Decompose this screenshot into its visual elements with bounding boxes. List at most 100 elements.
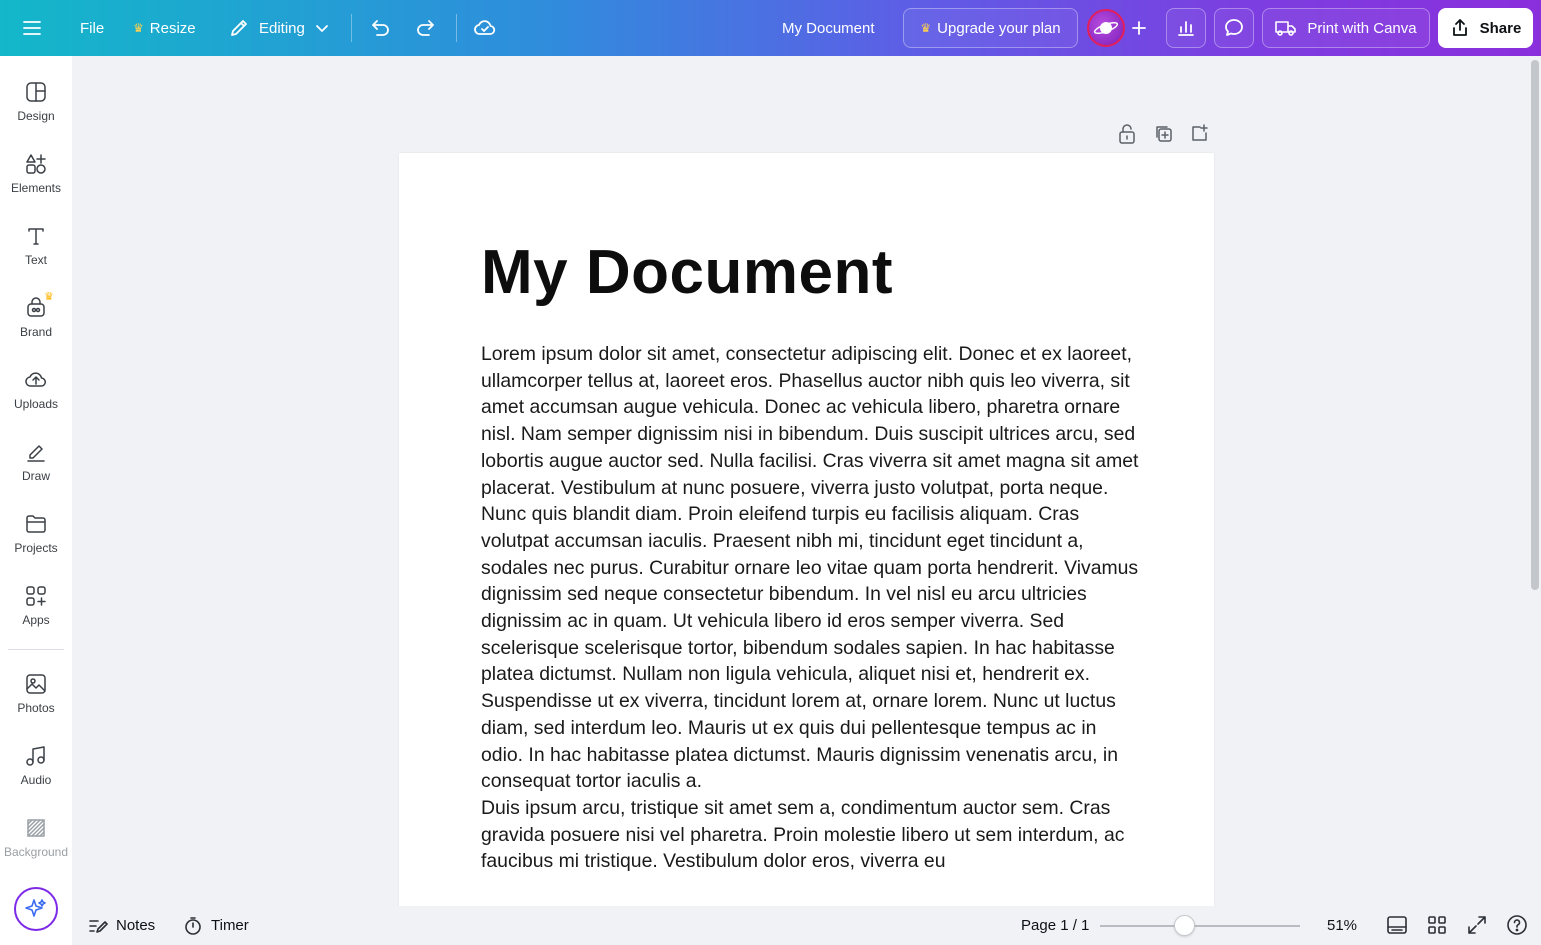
plus-icon	[1132, 21, 1146, 35]
print-with-canva-button[interactable]: Print with Canva	[1262, 8, 1430, 48]
grid-view-icon	[1428, 916, 1446, 934]
folder-icon	[26, 515, 46, 533]
toolbar-divider	[456, 14, 457, 42]
photo-icon	[26, 674, 46, 694]
sidebar-item-elements[interactable]: Elements	[0, 152, 72, 216]
editing-label: Editing	[259, 19, 305, 37]
lock-icon	[1119, 124, 1135, 144]
sidebar-item-label: Uploads	[13, 397, 59, 411]
insights-button[interactable]	[1166, 8, 1206, 48]
page-view-icon	[1387, 916, 1407, 934]
pencil-icon	[231, 20, 247, 36]
fullscreen-expand-icon	[1468, 916, 1486, 934]
print-label: Print with Canva	[1307, 19, 1417, 37]
sidebar-item-label: Elements	[10, 181, 62, 195]
sidebar-item-label: Design	[17, 109, 55, 123]
timer-label: Timer	[211, 917, 249, 934]
crown-icon: ♛	[133, 21, 144, 35]
comment-icon	[1225, 19, 1243, 36]
sidebar-item-label: Projects	[14, 541, 58, 555]
grid-view-button[interactable]	[1426, 914, 1448, 936]
elements-icon	[26, 154, 46, 174]
delivery-truck-icon	[1275, 21, 1297, 36]
page-view-button[interactable]	[1386, 914, 1408, 936]
zoom-level[interactable]: 51%	[1327, 906, 1357, 945]
undo-button[interactable]	[369, 0, 391, 56]
document-title[interactable]: My Document	[782, 0, 875, 56]
crown-icon: ♛	[920, 21, 932, 35]
zoom-slider[interactable]	[1100, 925, 1300, 927]
help-question-icon	[1507, 915, 1527, 935]
hamburger-menu-icon	[23, 21, 41, 35]
paragraph: Duis ipsum arcu, tristique sit amet sem …	[481, 796, 1125, 873]
avatar[interactable]	[1087, 9, 1125, 47]
duplicate-icon	[1156, 126, 1172, 142]
bar-chart-icon	[1178, 21, 1194, 36]
sidebar-item-uploads[interactable]: Uploads	[0, 368, 72, 432]
file-menu-label: File	[80, 19, 105, 37]
upgrade-label: Upgrade your plan	[937, 19, 1061, 37]
add-page-icon	[1192, 124, 1208, 141]
sidebar-item-audio[interactable]: Audio	[0, 744, 72, 808]
redo-icon	[417, 20, 434, 36]
magic-assistant-button[interactable]	[14, 887, 58, 931]
cloud-upload-icon	[25, 372, 46, 387]
timer-button[interactable]: Timer	[183, 906, 249, 945]
apps-grid-icon	[26, 586, 46, 606]
comments-button[interactable]	[1214, 8, 1254, 48]
resize-button[interactable]: ♛ Resize	[133, 0, 196, 56]
file-menu-button[interactable]: File	[80, 0, 104, 56]
resize-label: Resize	[149, 19, 196, 37]
timer-icon	[185, 916, 201, 935]
document-title-text: My Document	[782, 19, 875, 37]
music-note-icon	[26, 746, 45, 766]
sidebar-item-label: Audio	[20, 773, 52, 787]
toolbar-divider	[351, 14, 352, 42]
sidebar-item-label: Apps	[22, 613, 50, 627]
add-page-button[interactable]	[1190, 124, 1210, 144]
sidebar-item-design[interactable]: Design	[0, 80, 72, 144]
body-text[interactable]: Lorem ipsum dolor sit amet, consectetur …	[481, 341, 1141, 875]
left-sidebar: Design Elements Text ♛ Brand Uploads Dra…	[0, 56, 72, 945]
zoom-level-text: 51%	[1327, 917, 1358, 934]
sidebar-item-label: Brand	[19, 325, 53, 339]
share-button[interactable]: Share	[1438, 8, 1533, 48]
sidebar-item-projects[interactable]: Projects	[0, 512, 72, 576]
sidebar-item-apps[interactable]: Apps	[0, 584, 72, 648]
document-page[interactable]: My Document Lorem ipsum dolor sit amet, …	[399, 153, 1214, 906]
share-upload-icon	[1452, 19, 1467, 36]
sidebar-item-draw[interactable]: Draw	[0, 440, 72, 504]
sidebar-item-text[interactable]: Text	[0, 224, 72, 288]
text-icon	[28, 228, 44, 245]
sidebar-item-photos[interactable]: Photos	[0, 672, 72, 736]
fullscreen-button[interactable]	[1466, 914, 1488, 936]
notes-icon	[89, 919, 108, 933]
design-icon	[26, 82, 46, 102]
vertical-scrollbar[interactable]	[1531, 60, 1539, 590]
add-collaborator-button[interactable]	[1120, 9, 1158, 47]
bottom-bar	[72, 906, 1541, 945]
duplicate-page-button[interactable]	[1154, 124, 1174, 144]
undo-icon	[372, 20, 389, 36]
cloud-check-icon	[474, 20, 496, 35]
page-indicator-text: Page 1 / 1	[1021, 917, 1090, 934]
share-label: Share	[1479, 19, 1522, 37]
sidebar-item-background[interactable]: Background	[0, 816, 72, 880]
page-indicator[interactable]: Page 1 / 1	[1021, 906, 1089, 945]
lock-page-button[interactable]	[1118, 124, 1138, 144]
background-hatch-icon	[27, 819, 45, 837]
redo-button[interactable]	[415, 0, 437, 56]
zoom-slider-handle[interactable]	[1174, 915, 1195, 936]
notes-button[interactable]: Notes	[88, 906, 155, 945]
sparkle-icon	[25, 899, 46, 917]
save-status-button[interactable]	[473, 0, 497, 56]
sidebar-item-brand[interactable]: ♛ Brand	[0, 291, 72, 360]
editing-mode-dropdown[interactable]: Editing	[229, 0, 329, 56]
help-button[interactable]	[1506, 914, 1528, 936]
paragraph: Nunc quis blandit diam. Proin eleifend t…	[481, 503, 1139, 793]
upgrade-plan-button[interactable]: ♛ Upgrade your plan	[903, 8, 1078, 48]
page-title[interactable]: My Document	[481, 237, 893, 308]
sidebar-item-label: Text	[24, 253, 47, 267]
paragraph: Lorem ipsum dolor sit amet, consectetur …	[481, 343, 1139, 499]
main-menu-button[interactable]	[22, 0, 50, 56]
